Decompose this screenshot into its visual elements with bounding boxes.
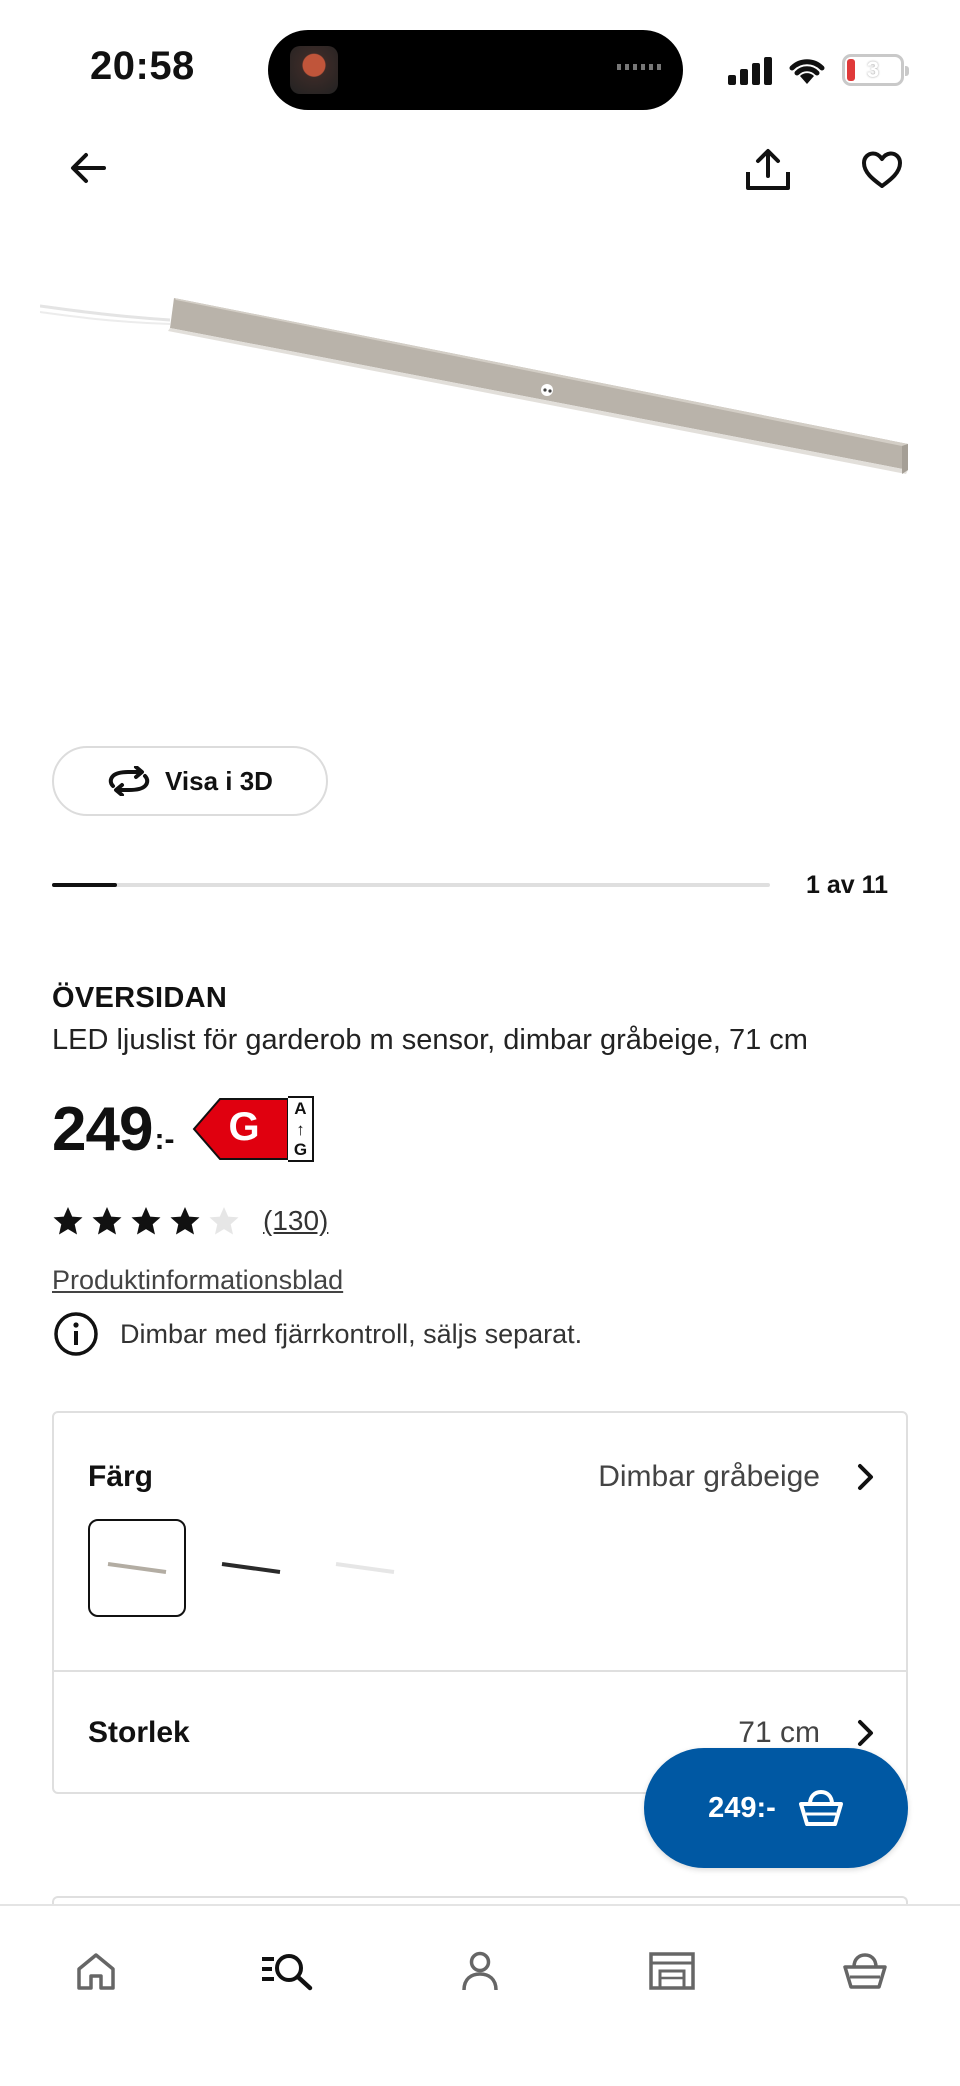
view-3d-button[interactable]: Visa i 3D bbox=[52, 746, 328, 816]
product-name: ÖVERSIDAN bbox=[52, 982, 228, 1014]
back-button[interactable] bbox=[60, 140, 116, 196]
tab-cart[interactable] bbox=[825, 1936, 905, 2006]
price-suffix: :- bbox=[154, 1123, 175, 1156]
chevron-right-icon bbox=[858, 1720, 873, 1746]
star-filled-icon bbox=[170, 1207, 200, 1235]
status-bar: 20:58 3 bbox=[0, 0, 960, 130]
notice-text: Dimbar med fjärrkontroll, säljs separat. bbox=[120, 1318, 583, 1349]
color-swatch-white[interactable] bbox=[316, 1519, 414, 1617]
info-icon bbox=[54, 1312, 98, 1356]
wifi-icon bbox=[789, 59, 825, 84]
tab-store[interactable] bbox=[632, 1936, 712, 2006]
bottom-tab-bar bbox=[0, 1904, 960, 2086]
battery-level: 3 bbox=[866, 57, 880, 82]
heart-icon bbox=[862, 151, 902, 188]
options-divider bbox=[54, 1670, 906, 1672]
favorite-button[interactable] bbox=[852, 140, 912, 200]
basket-icon bbox=[843, 1953, 887, 1989]
now-playing-thumbnail bbox=[290, 46, 338, 94]
gallery-progress-fill bbox=[52, 883, 118, 887]
gallery-progress-bar bbox=[52, 883, 770, 887]
size-option-value: 71 cm bbox=[738, 1716, 820, 1749]
rotate-3d-icon bbox=[108, 766, 150, 796]
product-description: LED ljuslist för garderob m sensor, dimb… bbox=[52, 1024, 808, 1056]
product-image[interactable] bbox=[40, 270, 920, 510]
color-option-row[interactable]: Färg Dimbar gråbeige bbox=[88, 1457, 876, 1497]
arrow-left-icon bbox=[71, 153, 106, 183]
add-to-cart-button[interactable]: 249:- bbox=[644, 1748, 908, 1868]
share-button[interactable] bbox=[738, 140, 798, 200]
color-option-value: Dimbar gråbeige bbox=[598, 1460, 820, 1493]
energy-scale-top: A bbox=[294, 1099, 307, 1118]
energy-scale: A ↑ G bbox=[288, 1096, 315, 1162]
tab-search[interactable] bbox=[247, 1936, 327, 2006]
star-empty-icon bbox=[209, 1207, 239, 1235]
add-to-cart-price: 249:- bbox=[708, 1791, 776, 1824]
color-swatches bbox=[88, 1519, 414, 1617]
status-time: 20:58 bbox=[90, 44, 195, 88]
size-option-row[interactable]: Storlek 71 cm bbox=[88, 1713, 876, 1753]
search-icon bbox=[262, 1954, 313, 1991]
tab-profile[interactable] bbox=[440, 1936, 520, 2006]
basket-icon bbox=[798, 1789, 843, 1826]
gallery-page-indicator: 1 av 11 bbox=[805, 871, 888, 899]
battery-icon: 3 bbox=[842, 54, 909, 86]
rating-stars bbox=[52, 1205, 247, 1237]
product-info-sheet-link[interactable]: Produktinformationsblad bbox=[52, 1265, 343, 1296]
energy-scale-arrow-icon: ↑ bbox=[296, 1119, 305, 1139]
size-option-label: Storlek bbox=[88, 1716, 190, 1749]
product-notice: Dimbar med fjärrkontroll, säljs separat. bbox=[52, 1310, 582, 1358]
color-swatch-gray-beige[interactable] bbox=[88, 1519, 186, 1617]
store-icon bbox=[649, 1952, 695, 1990]
view-3d-label: Visa i 3D bbox=[165, 765, 273, 796]
rating-row[interactable]: (130) bbox=[52, 1205, 328, 1237]
color-option-label: Färg bbox=[88, 1460, 154, 1493]
energy-scale-bottom: G bbox=[293, 1140, 308, 1159]
chevron-right-icon bbox=[858, 1464, 873, 1490]
product-options-card: Färg Dimbar gråbeige Storlek 71 cm bbox=[52, 1411, 908, 1794]
home-icon bbox=[77, 1953, 115, 1990]
price-row: 249 :- G A ↑ G bbox=[52, 1094, 315, 1164]
review-count-link[interactable]: (130) bbox=[263, 1205, 328, 1237]
dynamic-island bbox=[268, 30, 683, 110]
star-filled-icon bbox=[92, 1207, 122, 1235]
star-filled-icon bbox=[131, 1207, 161, 1235]
energy-class-letter: G bbox=[228, 1105, 260, 1149]
energy-class-arrow: G bbox=[192, 1097, 289, 1161]
color-swatch-black[interactable] bbox=[202, 1519, 300, 1617]
price-value: 249 bbox=[52, 1094, 153, 1164]
tab-home[interactable] bbox=[56, 1936, 136, 2006]
share-icon bbox=[746, 149, 790, 190]
star-filled-icon bbox=[53, 1207, 83, 1235]
energy-label[interactable]: G A ↑ G bbox=[192, 1096, 315, 1162]
audio-indicator-icon bbox=[617, 64, 661, 70]
cellular-signal-icon bbox=[728, 55, 772, 85]
person-icon bbox=[462, 1951, 498, 1991]
status-indicators: 3 bbox=[728, 50, 909, 90]
